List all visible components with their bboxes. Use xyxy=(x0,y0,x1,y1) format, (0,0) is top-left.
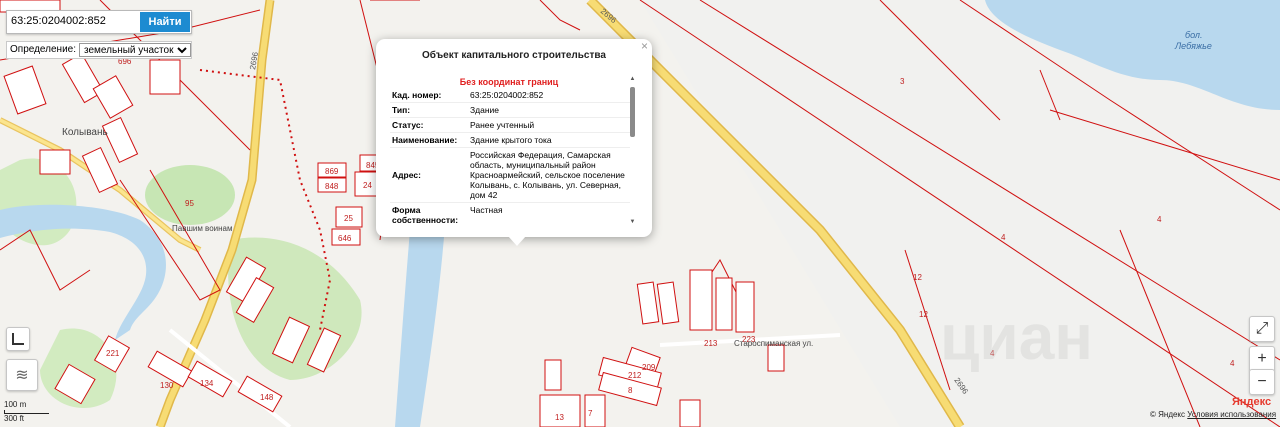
prop-value: Здание xyxy=(468,102,630,118)
svg-text:25: 25 xyxy=(344,214,353,223)
svg-text:130: 130 xyxy=(160,381,174,390)
svg-text:646: 646 xyxy=(338,234,352,243)
close-icon[interactable]: × xyxy=(641,40,648,52)
prop-value: Частная xyxy=(468,202,630,226)
plus-icon: + xyxy=(1257,350,1267,367)
popup-title: Объект капитального строительства xyxy=(422,50,606,61)
copyright-text: © Яндекс xyxy=(1150,410,1186,419)
definition-select[interactable]: земельный участок xyxy=(79,43,192,57)
table-row: Тип: Здание xyxy=(390,102,630,118)
svg-text:95: 95 xyxy=(185,199,194,208)
prop-key: Адрес: xyxy=(390,147,468,203)
ruler-button[interactable] xyxy=(6,327,30,351)
svg-text:13: 13 xyxy=(555,413,564,422)
svg-text:869: 869 xyxy=(325,167,339,176)
svg-text:213: 213 xyxy=(704,339,718,348)
prop-value: Ранее учтенный xyxy=(468,117,630,133)
scroll-up-icon[interactable]: ▲ xyxy=(629,76,636,83)
search-input[interactable] xyxy=(7,11,143,31)
zoom-out-button[interactable]: − xyxy=(1249,369,1275,395)
scale-bar: 100 m 300 ft xyxy=(4,400,49,424)
svg-text:221: 221 xyxy=(106,349,120,358)
table-row: Статус: Ранее учтенный xyxy=(390,117,630,133)
scale-metric: 100 m xyxy=(4,400,27,409)
prop-key: Кад. номер: xyxy=(390,88,468,103)
popup-scrollbar-thumb[interactable] xyxy=(630,87,635,137)
svg-text:134: 134 xyxy=(200,379,214,388)
definition-row: Определение: земельный участок xyxy=(6,41,193,59)
popup-body[interactable]: Кад. номер: 63:25:0204002:852 Тип: Здание … xyxy=(390,88,630,226)
svg-text:3: 3 xyxy=(900,77,905,86)
prop-key: Тип: xyxy=(390,102,468,118)
svg-text:12: 12 xyxy=(913,273,922,282)
svg-text:212: 212 xyxy=(628,371,642,380)
terms-link[interactable]: Условия использования xyxy=(1187,410,1276,419)
prop-value: Здание крытого тока xyxy=(468,132,630,148)
svg-text:Староспиманская ул.: Староспиманская ул. xyxy=(734,339,813,348)
scroll-down-icon[interactable]: ▼ xyxy=(629,219,636,226)
svg-text:Павшим воинам: Павшим воинам xyxy=(172,224,233,233)
popup-warning: Без координат границ xyxy=(459,77,559,87)
svg-text:12: 12 xyxy=(919,310,928,319)
svg-text:8: 8 xyxy=(628,386,633,395)
fullscreen-button[interactable]: ⤢ xyxy=(1249,316,1275,342)
prop-key: Наименование: xyxy=(390,132,468,148)
table-row: Форма собственности: Частная xyxy=(390,202,630,226)
watermark: циан xyxy=(940,301,1093,373)
svg-text:4: 4 xyxy=(1157,215,1162,224)
table-row: Наименование: Здание крытого тока xyxy=(390,132,630,148)
search-box: Найти xyxy=(6,10,192,34)
table-row: Кад. номер: 63:25:0204002:852 xyxy=(390,88,630,103)
svg-text:Лебяжье: Лебяжье xyxy=(1174,41,1212,51)
fullscreen-icon: ⤢ xyxy=(1255,320,1269,337)
ruler-icon xyxy=(12,333,24,345)
info-popup: Объект капитального строительства × Без … xyxy=(376,39,652,237)
svg-text:24: 24 xyxy=(363,181,372,190)
table-row: Адрес: Российская Федерация, Самарская об… xyxy=(390,147,630,203)
attribution: © Яндекс Условия использования xyxy=(1150,410,1276,419)
yandex-logo[interactable]: Яндекс xyxy=(1232,396,1271,408)
popup-pointer xyxy=(508,236,526,246)
prop-value: 63:25:0204002:852 xyxy=(468,88,630,103)
prop-key: Статус: xyxy=(390,117,468,133)
lake-label: бол. xyxy=(1185,30,1202,40)
layers-button[interactable]: ≋ xyxy=(6,359,38,391)
properties-table: Кад. номер: 63:25:0204002:852 Тип: Здание … xyxy=(390,88,630,226)
minus-icon: − xyxy=(1257,373,1267,390)
scale-imperial: 300 ft xyxy=(4,414,25,423)
definition-label: Определение: xyxy=(10,44,77,55)
svg-text:209: 209 xyxy=(642,363,656,372)
svg-text:848: 848 xyxy=(325,182,339,191)
svg-text:148: 148 xyxy=(260,393,274,402)
prop-key: Форма собственности: xyxy=(390,202,468,226)
prop-value: Российская Федерация, Самарская область,… xyxy=(468,147,630,203)
search-button[interactable]: Найти xyxy=(140,12,190,32)
svg-text:4: 4 xyxy=(1230,359,1235,368)
svg-text:7: 7 xyxy=(588,409,593,418)
layers-icon: ≋ xyxy=(15,367,29,384)
svg-text:4: 4 xyxy=(1001,233,1006,242)
svg-text:Колывань: Колывань xyxy=(62,127,108,138)
